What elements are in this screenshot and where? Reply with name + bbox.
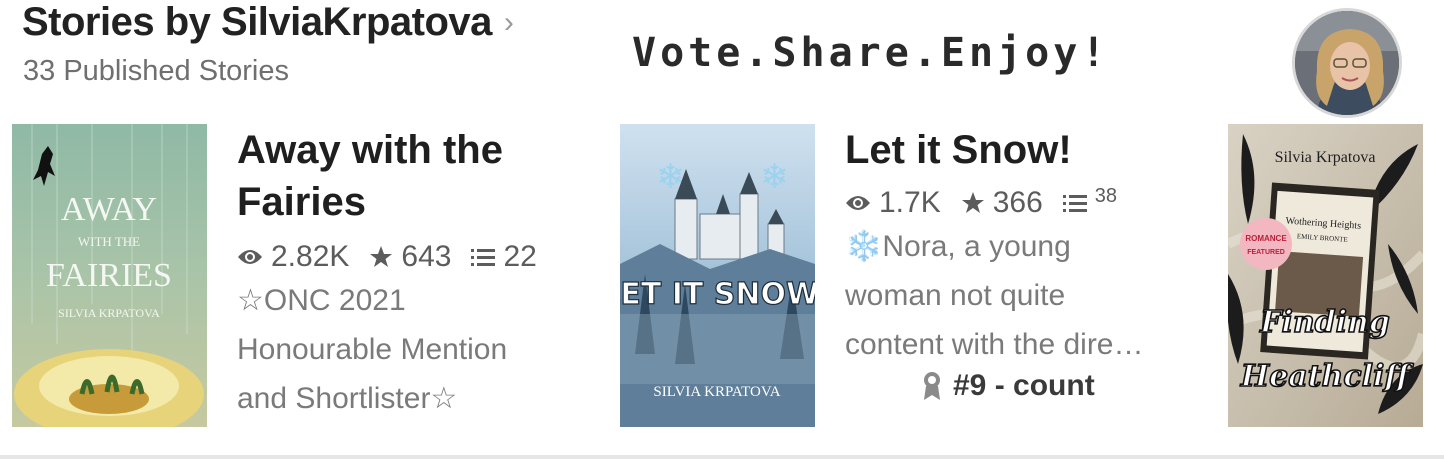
profile-tagline: Vote.Share.Enjoy! [632, 30, 1110, 76]
story-title-line: Fairies [237, 180, 366, 224]
cover-title: LET IT SNOW! [620, 277, 815, 312]
votes-stat: 643 [369, 240, 451, 274]
story-card-away-with-the-fairies[interactable]: Away with the Fairies 2.82K 643 22 ☆ONC … [237, 124, 597, 427]
description-line: ❄️Nora, a young [845, 230, 1071, 263]
story-title: Let it Snow! [845, 128, 1072, 172]
description-line: ☆ONC 2021 [237, 284, 406, 317]
story-title-line: Away with the [237, 128, 503, 172]
sticker-line2: FEATURED [1247, 249, 1285, 256]
votes-count: 643 [401, 240, 452, 273]
story-stats: 1.7K 366 38 [845, 185, 1205, 220]
reads-stat: 1.7K [845, 186, 941, 220]
chevron-right-icon: › [503, 5, 514, 39]
story-card-let-it-snow[interactable]: Let it Snow! 1.7K 366 38 ❄️Nora, a young… [845, 124, 1205, 427]
story-cover-finding-heathcliff[interactable]: Silvia Krpatova Wothering Heights EMILY … [1228, 124, 1423, 427]
ranking-badge: #9 - count [921, 369, 1205, 403]
description-line: content with the dire… [845, 328, 1144, 361]
story-title: Away with the Fairies [237, 124, 597, 228]
votes-count: 366 [992, 186, 1043, 219]
description-line: Honourable Mention [237, 333, 508, 366]
parts-stat: 22 [471, 240, 537, 274]
list-icon [1062, 193, 1087, 213]
description-line: woman not quite [845, 279, 1066, 312]
cover-author: SILVIA KRPATOVA [653, 384, 780, 400]
story-cover-let-it-snow[interactable]: ❄ ❄ LET IT SNOW! SILVIA KRPATOVA [620, 124, 815, 427]
parts-count: 38 [1094, 185, 1118, 207]
cover-title-top: AWAY [61, 191, 157, 228]
cover-author: Silvia Krpatova [1275, 149, 1376, 166]
cover-title-mid: WITH THE [78, 234, 140, 249]
cover-title-bottom: FAIRIES [46, 257, 172, 294]
votes-stat: 366 [961, 186, 1043, 220]
cover-title-line2: Heathcliff [1240, 359, 1415, 394]
reads-count: 2.82K [271, 240, 350, 273]
published-stories-count: 33 Published Stories [23, 55, 289, 87]
ribbon-icon [921, 371, 943, 401]
parts-count: 22 [503, 240, 537, 273]
snowflake-icon: ❄ [760, 158, 789, 196]
description-line: and Shortlister☆ [237, 382, 458, 415]
story-cover-away-with-the-fairies[interactable]: AWAY WITH THE FAIRIES SILVIA KRPATOVA [12, 124, 207, 427]
story-description: ❄️Nora, a young woman not quite content … [845, 222, 1205, 369]
story-stats: 2.82K 643 22 [237, 240, 597, 274]
star-icon [961, 191, 985, 215]
list-icon [471, 247, 496, 267]
cover-author: SILVIA KRPATOVA [58, 306, 160, 320]
ranking-text: #9 - count [953, 369, 1095, 402]
star-icon [369, 245, 393, 269]
sticker-line1: ROMANCE [1245, 234, 1287, 243]
divider [0, 455, 1444, 459]
eye-icon [237, 247, 263, 267]
avatar[interactable] [1292, 8, 1402, 118]
profile-stories-title: Stories by SilviaKrpatova [22, 0, 492, 44]
reads-stat: 2.82K [237, 240, 349, 274]
profile-stories-header[interactable]: Stories by SilviaKrpatova › [22, 0, 514, 45]
eye-icon [845, 193, 871, 213]
reads-count: 1.7K [879, 186, 941, 219]
story-description: ☆ONC 2021 Honourable Mention and Shortli… [237, 276, 597, 423]
parts-stat: 38 [1062, 185, 1117, 213]
cover-title-line1: Finding [1259, 305, 1390, 340]
